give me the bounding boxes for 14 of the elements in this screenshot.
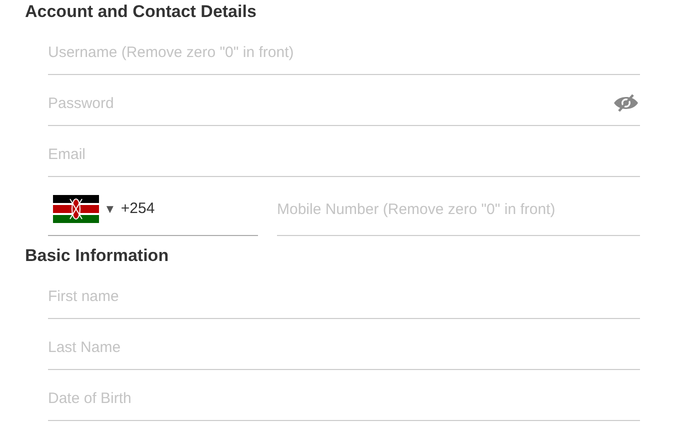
mobile-number-field[interactable]: Mobile Number (Remove zero "0" in front) bbox=[277, 183, 640, 236]
country-code: +254 bbox=[120, 198, 155, 219]
hide-password-icon[interactable] bbox=[612, 93, 640, 113]
country-code-select[interactable]: ▼ +254 bbox=[48, 183, 258, 236]
section-heading: Basic Information bbox=[25, 245, 170, 267]
input-field[interactable]: Email bbox=[48, 132, 640, 177]
password-field[interactable]: Password bbox=[48, 80, 612, 126]
caret-icon: ▼ bbox=[104, 200, 116, 218]
input-field[interactable]: Last Name bbox=[48, 325, 640, 370]
input-field[interactable]: First name bbox=[48, 274, 640, 319]
flag-icon bbox=[53, 195, 99, 223]
section-heading: Account and Contact Details bbox=[25, 1, 258, 23]
input-field[interactable]: Date of Birth bbox=[48, 376, 640, 421]
input-field[interactable]: Username (Remove zero "0" in front) bbox=[48, 30, 640, 75]
